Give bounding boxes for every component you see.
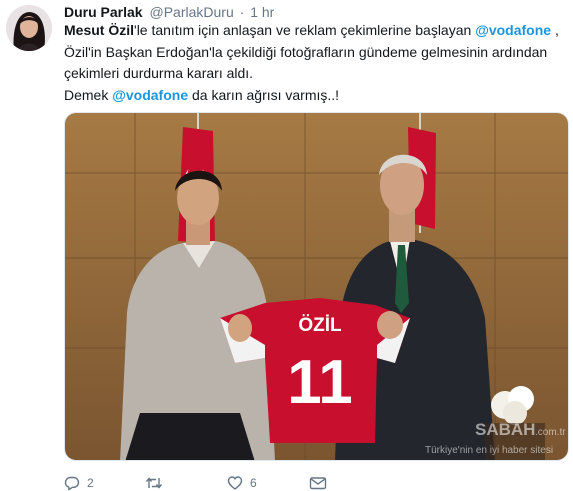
text-segment: da karın ağrısı varmış..! <box>188 86 340 103</box>
avatar[interactable] <box>6 5 52 51</box>
author-handle[interactable]: @ParlakDuru <box>149 4 233 20</box>
photo-image: ÖZİL 11 SABAH .com.tr Türkiye'nin en iyi… <box>65 113 568 460</box>
watermark-tagline: Türkiye'nin en iyi haber sitesi <box>425 445 553 456</box>
retweet-icon <box>145 477 163 489</box>
like-count: 6 <box>250 476 257 490</box>
heart-icon <box>227 476 243 490</box>
tweet-text-line-2: Özil'in Başkan Erdoğan'la çekildiği foto… <box>64 43 548 60</box>
jersey-name: ÖZİL <box>298 315 342 336</box>
tweet-text-line-3: çekimleri durdurma kararı aldı. <box>64 65 254 81</box>
mention-link[interactable]: @vodafone <box>112 87 188 103</box>
mention-link[interactable]: @vodafone <box>475 22 551 38</box>
jersey-number: 11 <box>287 348 353 417</box>
tweet-text-line-4: Demek @vodafone da karın ağrısı varmış..… <box>64 85 564 107</box>
reply-button[interactable]: 2 <box>64 475 94 491</box>
reply-count: 2 <box>87 476 94 490</box>
tweet-actions: 2 6 <box>64 475 544 491</box>
timestamp[interactable]: 1 hr <box>250 4 274 20</box>
reply-icon <box>64 476 80 491</box>
separator: · <box>239 4 245 20</box>
tweet-photo[interactable]: ÖZİL 11 SABAH .com.tr Türkiye'nin en iyi… <box>64 112 569 461</box>
envelope-icon <box>309 477 327 490</box>
watermark-domain: .com.tr <box>535 427 566 438</box>
retweet-button[interactable] <box>145 475 170 491</box>
tweet-text-line-1: Mesut Özil'le tanıtım için anlaşan ve re… <box>64 20 564 42</box>
text-segment: 'le tanıtım için anlaşan ve reklam çekim… <box>134 22 476 38</box>
tweet-header: Duru Parlak @ParlakDuru · 1 hr <box>64 3 274 21</box>
author-name[interactable]: Duru Parlak <box>64 4 143 20</box>
tweet-text: Mesut Özil'le tanıtım için anlaşan ve re… <box>64 20 564 106</box>
direct-message-button[interactable] <box>309 475 327 491</box>
avatar-image <box>6 5 52 51</box>
text-segment: Demek <box>64 86 113 103</box>
watermark-brand: SABAH <box>475 420 535 439</box>
tweet-card[interactable]: Duru Parlak @ParlakDuru · 1 hr Mesut Özi… <box>0 0 573 491</box>
text-segment: , <box>551 22 559 38</box>
like-button[interactable]: 6 <box>227 475 257 491</box>
bold-name: Mesut Özil <box>64 22 135 38</box>
